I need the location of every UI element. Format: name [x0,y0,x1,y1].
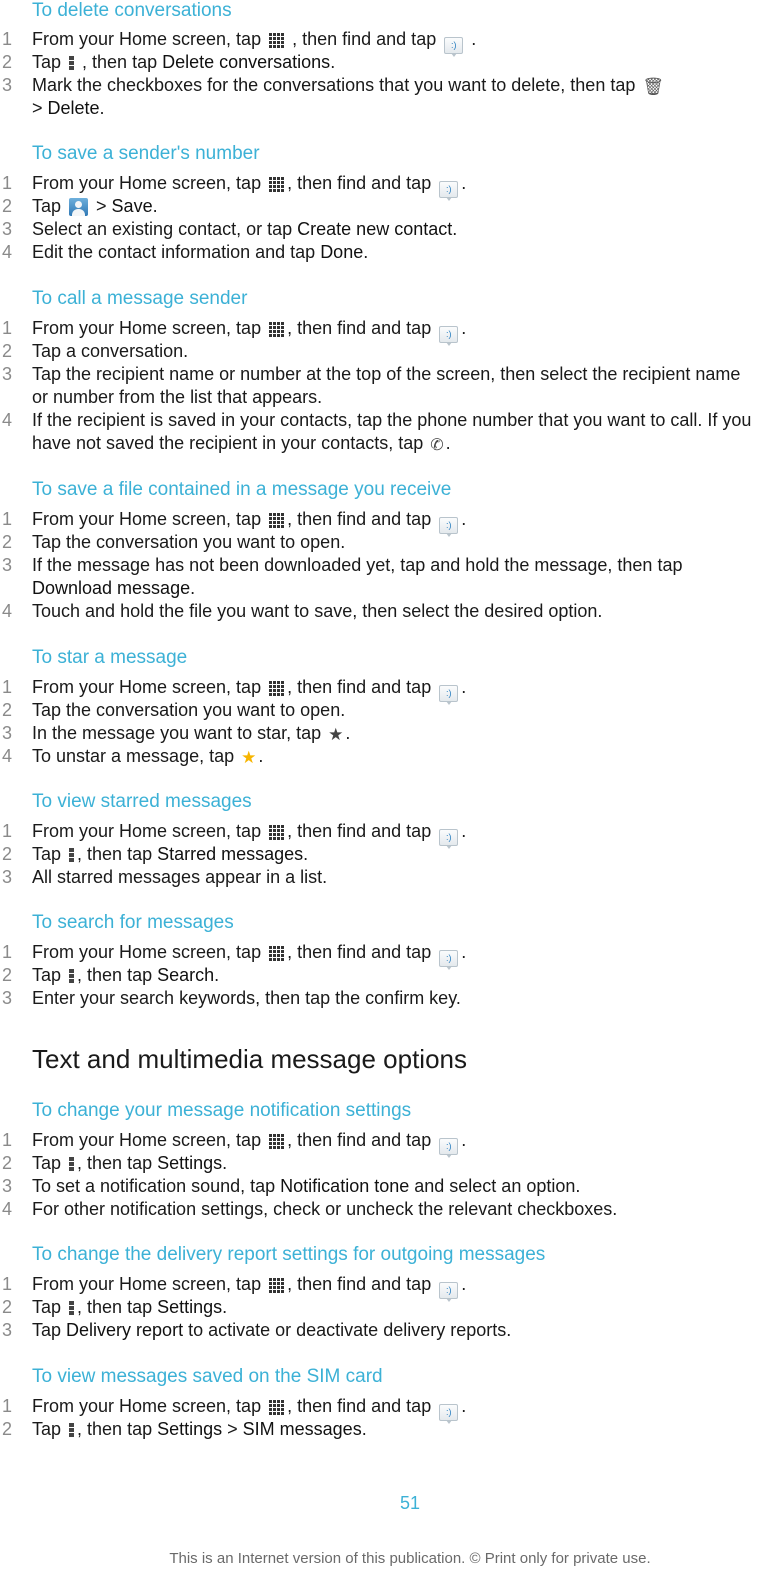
apps-grid-icon [269,1278,285,1293]
step-number: 3 [2,75,13,95]
step-number: 4 [2,601,13,621]
step-number: 2 [2,1297,13,1317]
star-filled-icon: ★ [241,748,257,767]
menu-overflow-icon [69,56,75,71]
step-number: 4 [2,1199,13,1219]
ui-label: Settings [157,1153,223,1173]
step-number: 1 [2,318,13,338]
ui-label: SIM messages [242,1419,362,1439]
apps-grid-icon [269,513,285,528]
menu-overflow-icon [69,848,75,863]
section-title: To change the delivery report settings f… [32,1244,546,1265]
section-title: To view starred messages [32,791,252,812]
menu-overflow-icon [69,969,75,984]
ui-label: Download message [32,578,191,598]
step-number: 3 [2,1320,13,1340]
step-number: 2 [2,844,13,864]
section-title: To change your message notification sett… [32,1100,412,1121]
step-number: 2 [2,532,13,552]
apps-grid-icon [269,177,285,192]
trash-icon: 🗑 [642,77,664,96]
step-number: 1 [2,677,13,697]
ui-label: Save [111,196,153,216]
step-number: 2 [2,700,13,720]
step-number: 4 [2,410,13,430]
section-title: To save a file contained in a message yo… [32,479,452,500]
ui-label: Starred messages [157,844,304,864]
section-title: To view messages saved on the SIM card [32,1366,383,1387]
step-number: 1 [2,821,13,841]
ui-label: Settings [157,1419,223,1439]
step-number: 2 [2,196,13,216]
step-number: 1 [2,1274,13,1294]
step-number: 1 [2,173,13,193]
menu-overflow-icon [69,1157,75,1172]
section-title: To call a message sender [32,288,248,309]
step-number: 4 [2,242,13,262]
step-number: 1 [2,509,13,529]
step-number: 3 [2,364,13,384]
step-number: 1 [2,29,13,49]
step-number: 2 [2,1419,13,1439]
ui-label: Done [320,242,364,262]
step-number: 3 [2,219,13,239]
step-number: 3 [2,1176,13,1196]
contact-icon [69,198,89,216]
step-number: 3 [2,988,13,1008]
ui-label: Search [157,965,215,985]
step-number: 3 [2,555,13,575]
menu-overflow-icon [69,1423,75,1438]
step-number: 3 [2,723,13,743]
step-number: 2 [2,1153,13,1173]
section-title: To search for messages [32,912,234,933]
step-number: 4 [2,746,13,766]
apps-grid-icon [269,322,285,337]
step-number: 2 [2,52,13,72]
apps-grid-icon [269,681,285,696]
apps-grid-icon [269,825,285,840]
ui-label: Delete conversations [162,52,331,72]
ui-label: Delete [47,98,100,118]
ui-label: Notification tone [280,1176,410,1196]
step-number: 3 [2,867,13,887]
page-number: 51 [399,1493,421,1513]
step-number: 2 [2,341,13,361]
step-number: 1 [2,1130,13,1150]
apps-grid-icon [269,946,285,961]
phone-icon: ✆ [430,437,444,454]
footer-notice: This is an Internet version of this publ… [169,1550,651,1567]
star-icon: ★ [328,725,344,744]
chapter-heading: Text and multimedia message options [32,1044,468,1074]
apps-grid-icon [269,33,285,48]
apps-grid-icon [269,1400,285,1415]
step-number: 1 [2,942,13,962]
ui-label: Create new contact [297,219,453,239]
step-number: 2 [2,965,13,985]
ui-label: Delivery report [66,1320,184,1340]
section-title: To delete conversations [32,0,232,21]
apps-grid-icon [269,1134,285,1149]
menu-overflow-icon [69,1301,75,1316]
step-number: 1 [2,1396,13,1416]
ui-label: Settings [157,1297,223,1317]
section-title: To save a sender's number [32,143,260,164]
section-title: To star a message [32,647,188,668]
